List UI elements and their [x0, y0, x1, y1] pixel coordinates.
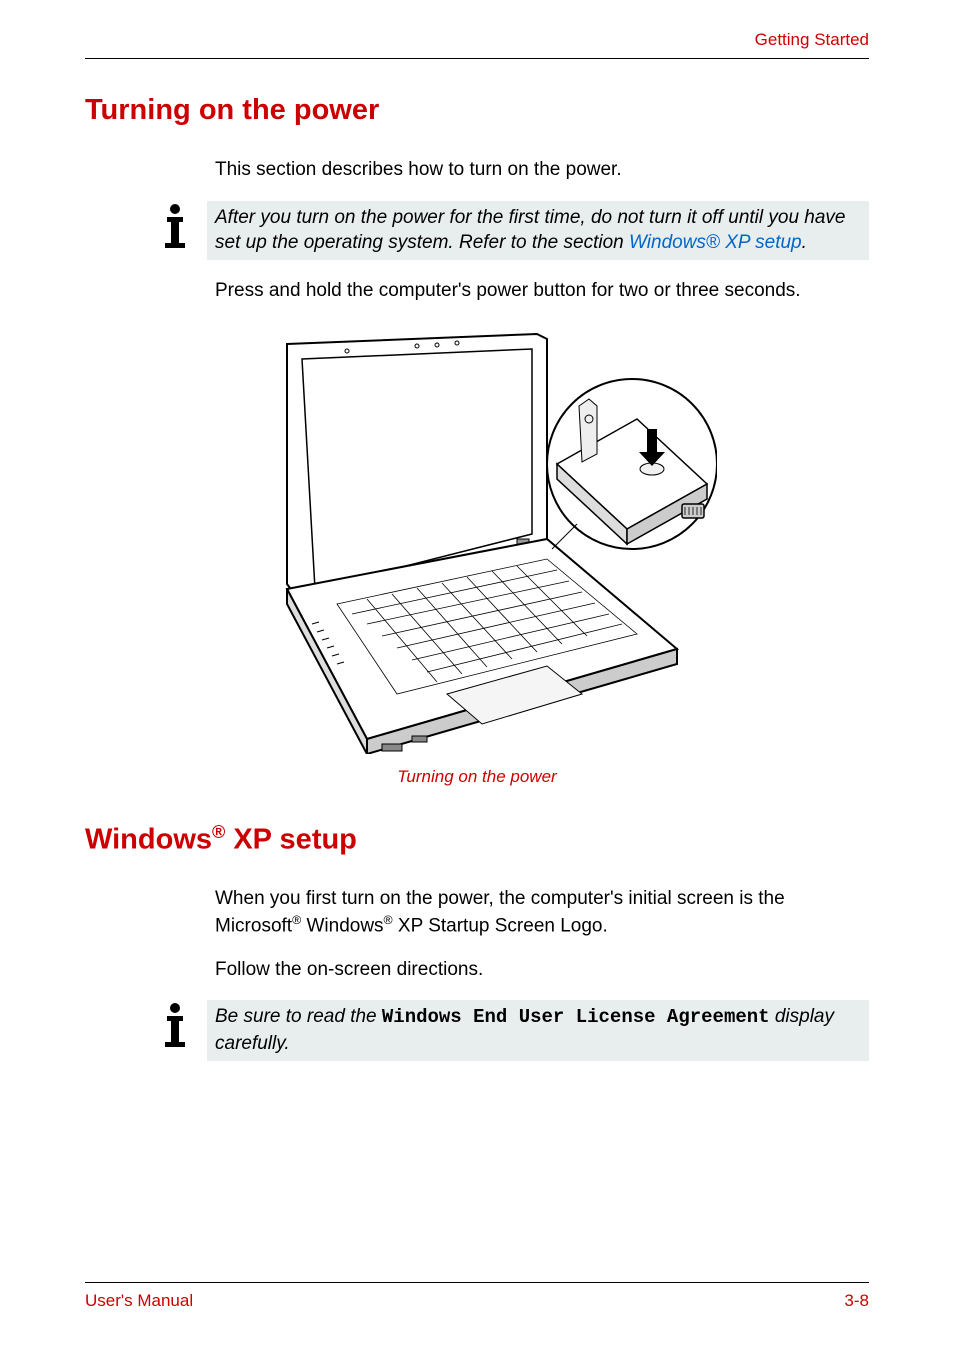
section-heading-xp: Windows® XP setup: [85, 822, 869, 857]
xp-setup-link[interactable]: Windows® XP setup: [629, 232, 802, 253]
instruction-text: Press and hold the computer's power butt…: [215, 278, 869, 304]
footer-manual: User's Manual: [85, 1291, 193, 1311]
info-icon: [155, 1000, 195, 1050]
laptop-illustration: [237, 324, 717, 754]
xp-para1: When you first turn on the power, the co…: [215, 886, 869, 939]
figure-caption: Turning on the power: [85, 767, 869, 787]
info-icon: [155, 201, 195, 251]
chapter-title: Getting Started: [755, 30, 869, 49]
page-footer: User's Manual 3-8: [85, 1282, 869, 1311]
intro-text: This section describes how to turn on th…: [215, 157, 869, 183]
xp-para2: Follow the on-screen directions.: [215, 957, 869, 983]
note-text-part2: .: [802, 232, 807, 253]
laptop-figure: Turning on the power: [85, 324, 869, 787]
section-heading-power: Turning on the power: [85, 94, 869, 127]
info-note-row-2: Be sure to read the Windows End User Lic…: [85, 1000, 869, 1060]
info-note-row: After you turn on the power for the firs…: [85, 201, 869, 260]
page-header: Getting Started: [85, 30, 869, 59]
footer-page-number: 3-8: [844, 1291, 869, 1311]
info-note-text-2: Be sure to read the Windows End User Lic…: [207, 1000, 869, 1060]
eula-text: Windows End User License Agreement: [382, 1006, 770, 1028]
info-note-text: After you turn on the power for the firs…: [207, 201, 869, 260]
